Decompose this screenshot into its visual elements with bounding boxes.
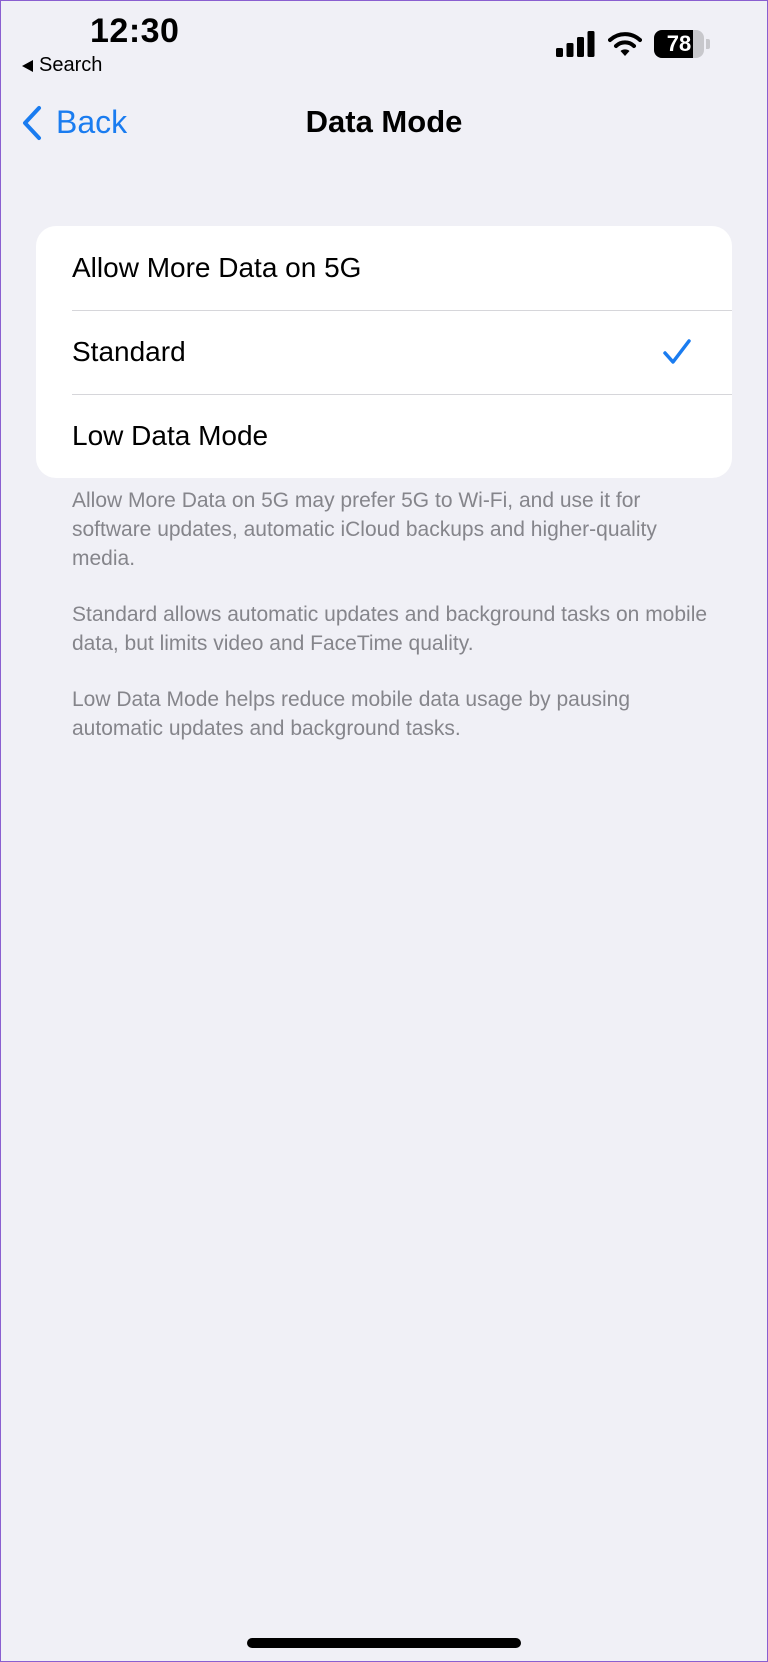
cellular-signal-icon	[556, 31, 595, 57]
option-label: Standard	[72, 336, 186, 367]
option-allow-more-data-5g[interactable]: Allow More Data on 5G	[36, 226, 732, 310]
wifi-icon	[608, 32, 642, 56]
option-label: Allow More Data on 5G	[72, 252, 362, 283]
option-standard[interactable]: Standard	[36, 310, 732, 394]
note-low-data-mode: Low Data Mode helps reduce mobile data u…	[72, 688, 631, 740]
status-back-label: Search	[39, 54, 103, 76]
checkmark-icon	[663, 339, 691, 364]
chevron-left-icon	[23, 105, 41, 140]
option-low-data-mode[interactable]: Low Data Mode	[36, 394, 732, 478]
status-back-to-app[interactable]: Search	[22, 54, 102, 77]
footer-notes: Allow More Data on 5G may prefer 5G to W…	[72, 486, 712, 770]
note-allow-more-data: Allow More Data on 5G may prefer 5G to W…	[72, 489, 657, 570]
status-time: 12:30	[90, 12, 180, 50]
home-indicator[interactable]	[247, 1638, 521, 1648]
back-button-label: Back	[56, 104, 128, 140]
status-icons: 78	[556, 30, 710, 58]
battery-tip	[706, 39, 710, 49]
battery-level-text: 78	[666, 31, 692, 56]
back-triangle-icon	[22, 59, 33, 72]
note-standard: Standard allows automatic updates and ba…	[72, 603, 708, 655]
back-button[interactable]: Back	[22, 104, 127, 141]
option-label: Low Data Mode	[72, 420, 269, 451]
battery-icon: 78	[654, 30, 704, 58]
data-mode-options-list: Allow More Data on 5G Standard Low Data …	[36, 226, 732, 478]
